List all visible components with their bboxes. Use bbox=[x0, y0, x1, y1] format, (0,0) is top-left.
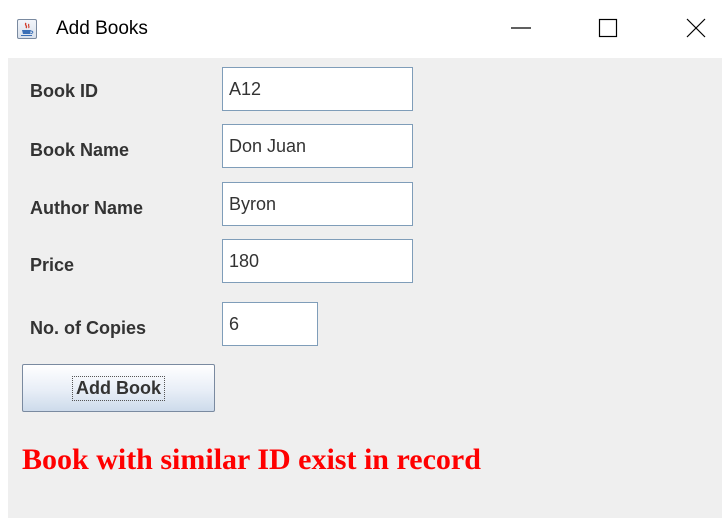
maximize-icon bbox=[598, 18, 618, 38]
book-id-input[interactable] bbox=[222, 67, 413, 111]
maximize-button[interactable] bbox=[585, 8, 631, 48]
title-bar: Add Books bbox=[0, 0, 722, 58]
author-name-label: Author Name bbox=[30, 198, 144, 218]
close-button[interactable] bbox=[673, 8, 719, 48]
form-panel: Book ID Book Name Author Name Price No. … bbox=[8, 58, 722, 518]
add-book-button-label: Add Book bbox=[72, 375, 165, 401]
author-name-input[interactable] bbox=[222, 182, 413, 226]
book-name-label: Book Name bbox=[30, 140, 130, 160]
window-title: Add Books bbox=[56, 18, 148, 39]
status-message: Book with similar ID exist in record bbox=[22, 443, 481, 476]
book-name-input[interactable] bbox=[222, 124, 413, 168]
add-book-button[interactable]: Add Book bbox=[22, 364, 215, 412]
price-label: Price bbox=[30, 255, 75, 275]
copies-input[interactable] bbox=[222, 302, 318, 346]
close-icon bbox=[686, 18, 706, 38]
minimize-button[interactable] bbox=[498, 8, 544, 48]
java-cup-icon bbox=[17, 19, 37, 39]
copies-label: No. of Copies bbox=[30, 318, 146, 338]
book-id-label: Book ID bbox=[30, 81, 99, 101]
price-input[interactable] bbox=[222, 239, 413, 283]
minimize-icon bbox=[511, 27, 531, 29]
